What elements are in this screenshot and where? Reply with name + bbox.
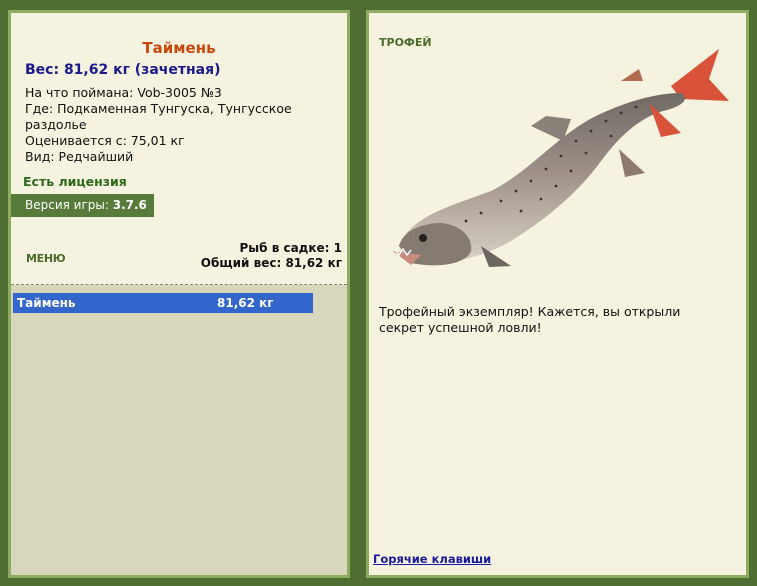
version-label: Версия игры: [25, 198, 113, 212]
catch-list-item[interactable]: Таймень 81,62 кг [13, 293, 313, 313]
cage-count: Рыб в садке: 1 [239, 241, 343, 255]
license-status: Есть лицензия [23, 174, 127, 189]
catch-info-panel: Таймень Вес: 81,62 кг (зачетная) На что … [8, 10, 350, 578]
cage-total-weight: Общий вес: 81,62 кг [200, 256, 342, 270]
catch-item-name: Таймень [17, 296, 76, 310]
version-value: 3.7.6 [112, 198, 147, 212]
cage-summary: Рыб в садке: 1 Общий вес: 81,62 кг [201, 241, 342, 271]
menu-button[interactable]: МЕНЮ [26, 252, 66, 265]
fish-name-title: Таймень [142, 39, 216, 57]
hotkeys-link[interactable]: Горячие клавиши [373, 552, 491, 566]
game-version-badge: Версия игры: 3.7.6 [11, 194, 154, 217]
species-type-text: Вид: Редчайший [25, 149, 134, 164]
location-text: Где: Подкаменная Тунгуска, Тунгусское ра… [25, 101, 292, 132]
taimen-fish-image [393, 49, 729, 267]
caught-on-text: На что поймана: Vob-3005 №3 [25, 85, 222, 100]
trophy-panel: ТРОФЕЙ Трофейный экземпляр! Кажется, вы … [366, 10, 749, 578]
fish-weight: Вес: 81,62 кг (зачетная) [25, 62, 221, 78]
valued-from-text: Оценивается с: 75,01 кг [25, 133, 185, 148]
trophy-description: Трофейный экземпляр! Кажется, вы открыли… [379, 304, 681, 335]
catch-item-weight: 81,62 кг [217, 296, 274, 310]
catch-list: Таймень 81,62 кг [11, 285, 347, 575]
